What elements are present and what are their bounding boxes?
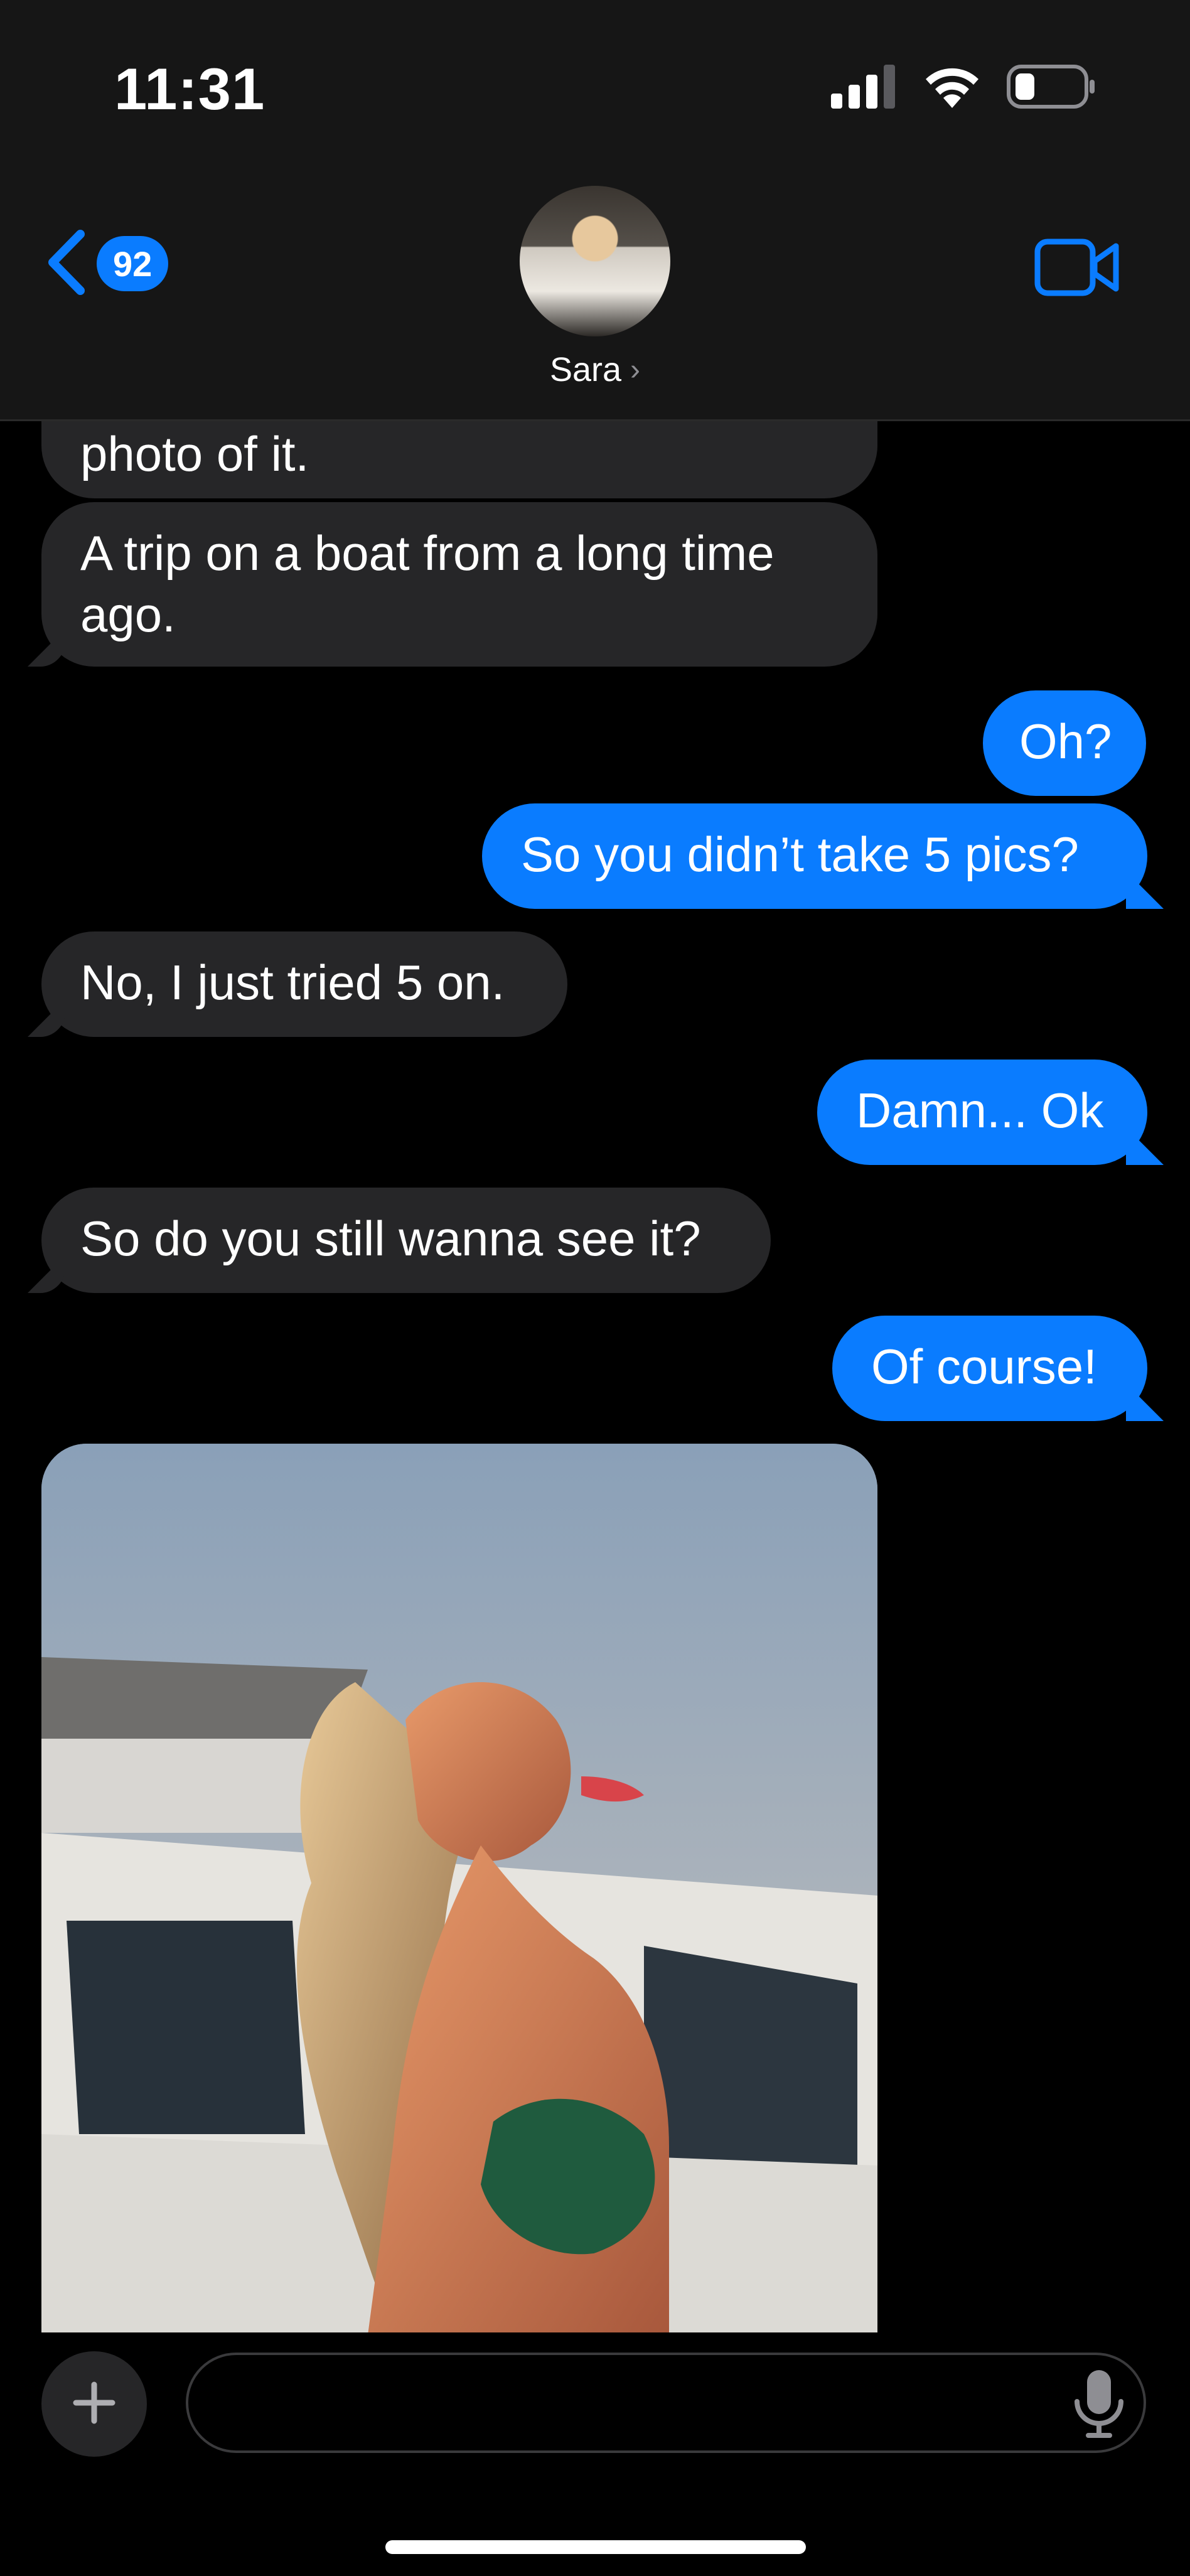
message-bubble-outgoing[interactable]: Damn... Ok [817,1060,1147,1165]
status-time: 11:31 [114,56,265,122]
contact-name: Sara [549,351,622,389]
plus-icon [72,2381,116,2428]
message-bubble-outgoing[interactable]: Oh? [983,690,1146,796]
message-input[interactable] [186,2353,1146,2453]
photo-attachment[interactable] [41,1444,877,2332]
message-composer [0,2332,1190,2576]
message-bubble-incoming[interactable]: So do you still wanna see it? [41,1188,771,1293]
back-button[interactable]: 92 [44,228,169,300]
chevron-right-icon: › [630,353,641,387]
apps-plus-button[interactable] [41,2351,147,2457]
battery-low-icon [1007,64,1096,112]
dictation-button[interactable] [1052,2358,1146,2449]
video-camera-icon [1034,239,1120,299]
message-text: A trip on a boat from a long time [80,525,775,581]
cellular-signal-icon [831,64,898,112]
message-text: Of course! [871,1339,1097,1394]
facetime-video-button[interactable] [1034,239,1120,299]
message-bubble-incoming[interactable]: No, I just tried 5 on. [41,931,567,1037]
unread-count-badge: 92 [97,236,169,291]
status-icons [831,63,1096,113]
microphone-icon [1052,2370,1146,2448]
wifi-icon [923,64,982,112]
photo-image [41,1444,877,2332]
message-bubble-outgoing[interactable]: So you didn’t take 5 pics? [482,803,1147,909]
message-text: So you didn’t take 5 pics? [521,827,1079,882]
chevron-left-icon [44,228,88,300]
home-indicator[interactable] [385,2540,806,2554]
message-bubble-incoming[interactable]: photo of it. [41,419,877,498]
message-bubble-outgoing[interactable]: Of course! [832,1316,1147,1421]
message-list[interactable]: photo of it. A trip on a boat from a lon… [0,419,1190,2332]
message-text: Oh? [1019,714,1112,769]
contact-header[interactable]: Sara › [501,186,689,389]
message-bubble-incoming[interactable]: A trip on a boat from a long time ago. [41,502,877,667]
message-text: So do you still wanna see it? [80,1211,701,1266]
contact-avatar[interactable] [520,186,670,336]
conversation-header: 11:31 92 Sara › [0,0,1190,421]
message-text: photo of it. [80,426,309,481]
message-text: ago. [80,587,176,642]
messages-screen: 11:31 92 Sara › photo of it. A trip on a… [0,0,1190,2576]
message-text: Damn... Ok [856,1083,1104,1138]
message-text: No, I just tried 5 on. [80,955,505,1010]
